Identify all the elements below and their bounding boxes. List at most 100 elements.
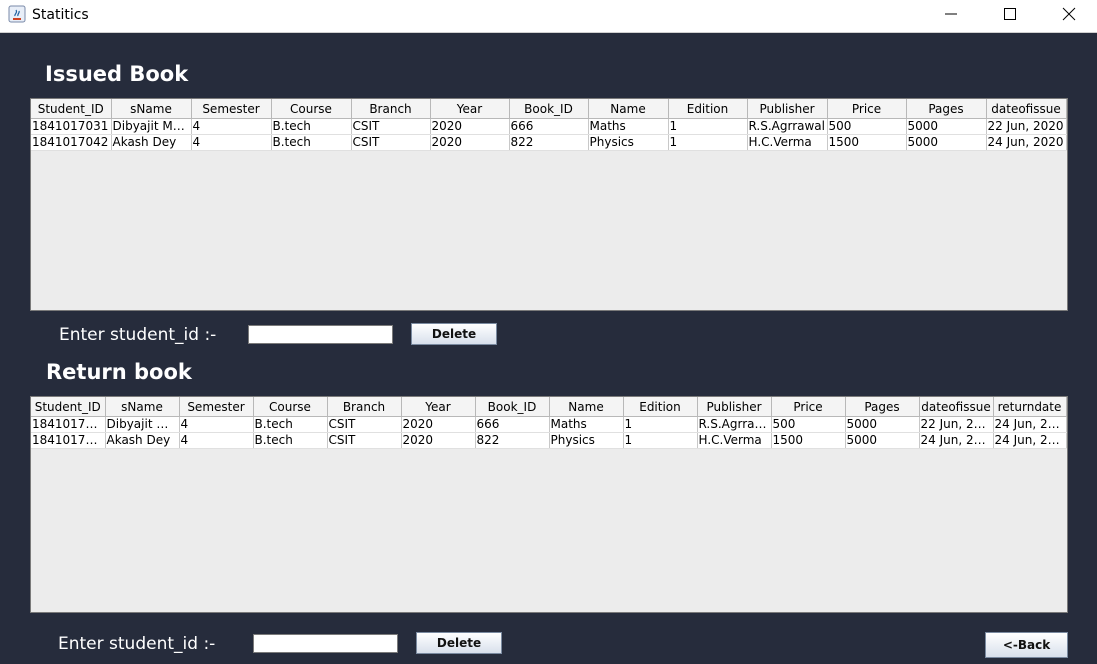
return-table-cell[interactable]: R.S.Agrrawal [697, 416, 772, 433]
back-button[interactable]: <-Back [985, 632, 1068, 658]
return-table-cell[interactable]: B.tech [253, 432, 328, 449]
return-table-row[interactable]: 1841017031 Dibyajit Mo... 4 B.tech CSIT 2020 6… [31, 416, 1067, 433]
issued-student-id-input[interactable] [248, 325, 393, 344]
issued-book-table[interactable]: Student_ID sName Semester Course Branch Year B… [31, 99, 1067, 151]
return-table-cell[interactable]: 1841017031 [31, 416, 106, 433]
issued-table-cell[interactable]: 4 [191, 134, 272, 151]
return-column-header[interactable]: Year [401, 397, 476, 417]
issued-book-table-panel[interactable]: Student_ID sName Semester Course Branch Year B… [30, 98, 1068, 311]
minimize-button[interactable] [922, 0, 980, 28]
issued-table-cell[interactable]: B.tech [271, 134, 352, 151]
return-table-cell[interactable]: Akash Dey [105, 432, 180, 449]
issued-column-header[interactable]: Course [271, 99, 352, 119]
issued-column-header[interactable]: Name [588, 99, 669, 119]
return-table-cell[interactable]: 24 Jun, 2020 [919, 432, 994, 449]
return-column-header[interactable]: Edition [623, 397, 698, 417]
issued-table-cell[interactable]: 2020 [430, 118, 510, 135]
issued-table-cell[interactable]: Physics [588, 134, 669, 151]
issued-column-header[interactable]: Semester [191, 99, 272, 119]
issued-table-cell[interactable]: B.tech [271, 118, 352, 135]
return-column-header[interactable]: Semester [179, 397, 254, 417]
maximize-button[interactable] [981, 0, 1039, 28]
issued-column-header[interactable]: sName [111, 99, 192, 119]
issued-table-cell[interactable]: 22 Jun, 2020 [986, 118, 1067, 135]
issued-table-cell[interactable]: Dibyajit Moh... [111, 118, 192, 135]
return-column-header[interactable]: dateofissue [919, 397, 994, 417]
return-table-cell[interactable]: 1 [623, 432, 698, 449]
return-table-cell[interactable]: Maths [549, 416, 624, 433]
return-table-cell[interactable]: 5000 [845, 432, 920, 449]
minimize-icon [945, 13, 957, 15]
return-table-cell[interactable]: 5000 [845, 416, 920, 433]
issued-table-cell[interactable]: 1500 [827, 134, 907, 151]
return-table-cell[interactable]: 1841017042 [31, 432, 106, 449]
return-table-cell[interactable]: 500 [771, 416, 846, 433]
return-book-table[interactable]: Student_ID sName Semester Course Branch Year B… [31, 397, 1067, 449]
return-delete-button[interactable]: Delete [416, 632, 502, 654]
return-column-header[interactable]: Course [253, 397, 328, 417]
issued-table-cell[interactable]: CSIT [351, 118, 431, 135]
return-book-table-panel[interactable]: Student_ID sName Semester Course Branch Year B… [30, 396, 1068, 613]
return-column-header[interactable]: Pages [845, 397, 920, 417]
issued-table-cell[interactable]: R.S.Agrrawal [747, 118, 828, 135]
return-column-header[interactable]: Book_ID [475, 397, 550, 417]
return-column-header[interactable]: Publisher [697, 397, 772, 417]
return-table-cell[interactable]: Physics [549, 432, 624, 449]
issued-column-header[interactable]: Book_ID [509, 99, 589, 119]
return-student-id-label: Enter student_id :- [58, 634, 216, 654]
issued-column-header[interactable]: Pages [906, 99, 987, 119]
issued-column-header[interactable]: Price [827, 99, 907, 119]
issued-table-cell[interactable]: 24 Jun, 2020 [986, 134, 1067, 151]
return-table-cell[interactable]: 1 [623, 416, 698, 433]
issued-column-header[interactable]: Publisher [747, 99, 828, 119]
return-column-header[interactable]: Branch [327, 397, 402, 417]
issued-table-cell[interactable]: 500 [827, 118, 907, 135]
issued-table-cell[interactable]: 1841017042 [31, 134, 112, 151]
issued-table-cell[interactable]: 1 [668, 118, 748, 135]
issued-table-row[interactable]: 1841017031 Dibyajit Moh... 4 B.tech CSIT 2020… [31, 118, 1067, 135]
return-column-header[interactable]: Name [549, 397, 624, 417]
return-column-header[interactable]: Student_ID [31, 397, 106, 417]
issued-table-cell[interactable]: CSIT [351, 134, 431, 151]
issued-delete-button[interactable]: Delete [411, 323, 497, 345]
issued-table-cell[interactable]: Akash Dey [111, 134, 192, 151]
issued-table-cell[interactable]: 5000 [906, 134, 987, 151]
return-column-header[interactable]: returndate [993, 397, 1067, 417]
return-table-cell[interactable]: 24 Jun, 20... [993, 416, 1067, 433]
return-column-header[interactable]: Price [771, 397, 846, 417]
return-table-cell[interactable]: 4 [179, 416, 254, 433]
return-table-cell[interactable]: 666 [475, 416, 550, 433]
issued-table-cell[interactable]: 1841017031 [31, 118, 112, 135]
return-table-row[interactable]: 1841017042 Akash Dey 4 B.tech CSIT 2020 822 Phy… [31, 432, 1067, 449]
issued-column-header[interactable]: Year [430, 99, 510, 119]
issued-table-cell[interactable]: 822 [509, 134, 589, 151]
return-table-cell[interactable]: Dibyajit Mo... [105, 416, 180, 433]
return-table-cell[interactable]: CSIT [327, 432, 402, 449]
return-column-header[interactable]: sName [105, 397, 180, 417]
return-table-cell[interactable]: 2020 [401, 432, 476, 449]
issued-column-header[interactable]: Edition [668, 99, 748, 119]
issued-table-cell[interactable]: 5000 [906, 118, 987, 135]
issued-table-cell[interactable]: 666 [509, 118, 589, 135]
issued-column-header[interactable]: dateofissue [986, 99, 1067, 119]
issued-table-cell[interactable]: Maths [588, 118, 669, 135]
issued-table-cell[interactable]: H.C.Verma [747, 134, 828, 151]
return-table-cell[interactable]: 24 Jun, 20... [993, 432, 1067, 449]
return-table-cell[interactable]: B.tech [253, 416, 328, 433]
issued-table-row[interactable]: 1841017042 Akash Dey 4 B.tech CSIT 2020 822 Phy… [31, 134, 1067, 151]
return-table-cell[interactable]: 2020 [401, 416, 476, 433]
issued-table-cell[interactable]: 1 [668, 134, 748, 151]
return-table-cell[interactable]: H.C.Verma [697, 432, 772, 449]
close-icon [1062, 7, 1076, 21]
return-table-cell[interactable]: 822 [475, 432, 550, 449]
return-table-cell[interactable]: 1500 [771, 432, 846, 449]
issued-table-cell[interactable]: 4 [191, 118, 272, 135]
issued-table-cell[interactable]: 2020 [430, 134, 510, 151]
return-student-id-input[interactable] [253, 634, 398, 653]
return-table-cell[interactable]: CSIT [327, 416, 402, 433]
issued-column-header[interactable]: Student_ID [31, 99, 112, 119]
return-table-cell[interactable]: 4 [179, 432, 254, 449]
close-button[interactable] [1040, 0, 1097, 28]
issued-column-header[interactable]: Branch [351, 99, 431, 119]
return-table-cell[interactable]: 22 Jun, 2020 [919, 416, 994, 433]
